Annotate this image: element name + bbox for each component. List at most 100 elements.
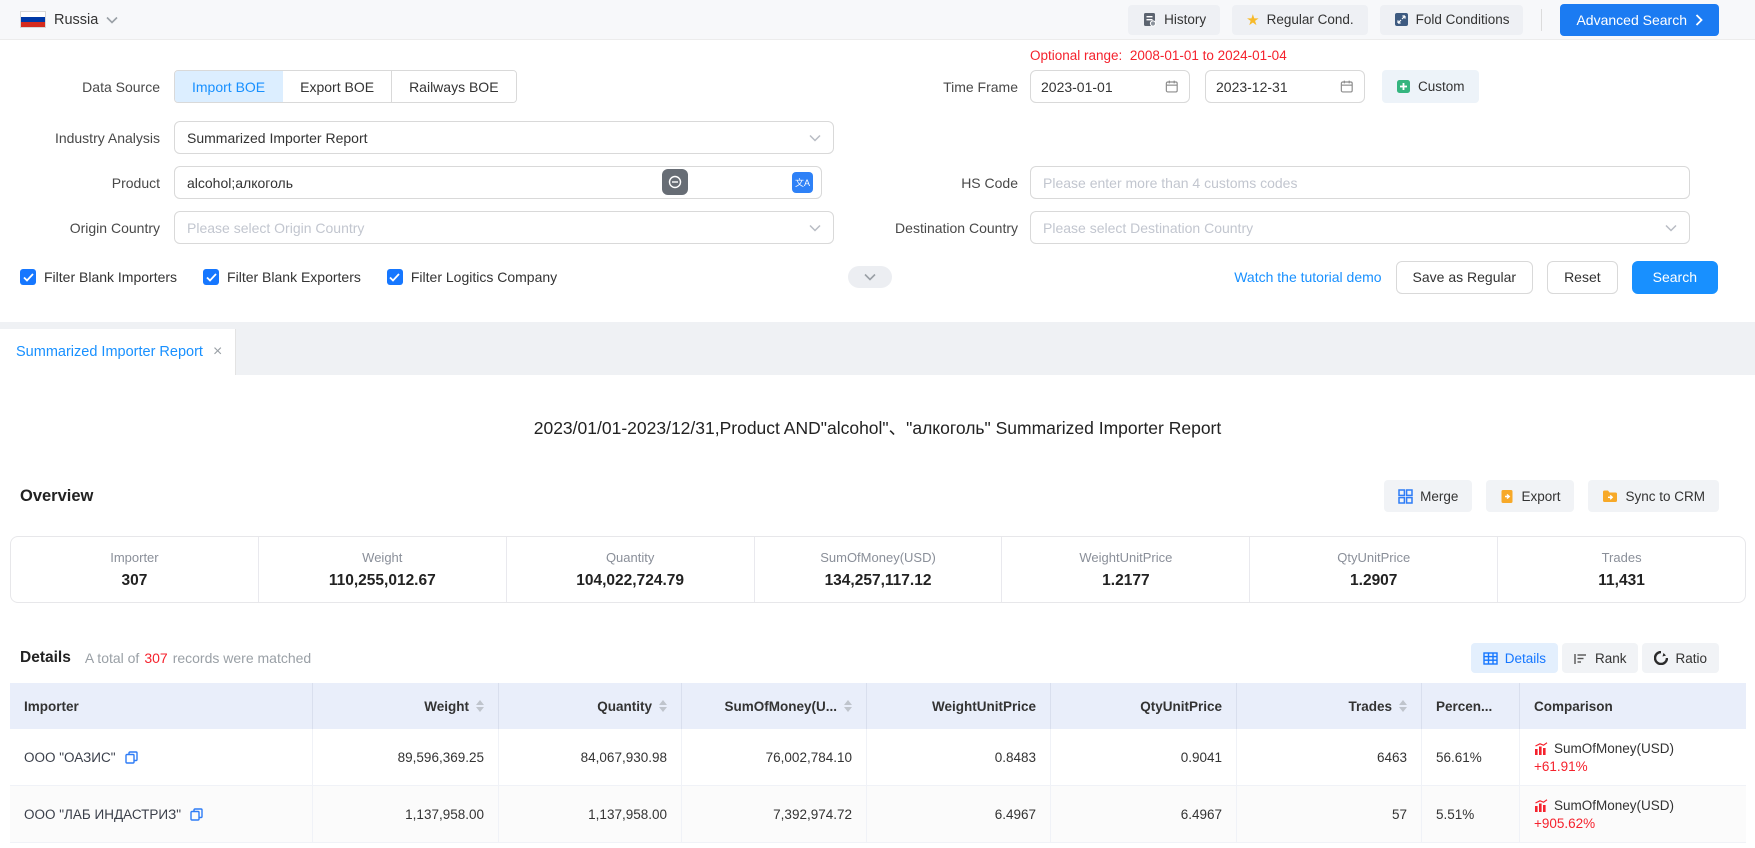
importer-name[interactable]: ООО "ЛАБ ИНДАСТРИЗ" [24,807,181,822]
col-trades[interactable]: Trades [1237,683,1422,729]
close-icon[interactable]: × [213,343,222,361]
reset-button[interactable]: Reset [1547,261,1618,294]
col-weight[interactable]: Weight [313,683,499,729]
origin-country-select[interactable]: Please select Origin Country [174,211,834,244]
time-frame-label: Time Frame [834,79,1018,95]
export-icon [1500,489,1514,504]
chart-up-icon [1534,799,1548,812]
view-rank-label: Rank [1595,651,1627,666]
sync-to-crm-label: Sync to CRM [1625,489,1705,504]
trades-cell: 57 [1237,786,1422,843]
sync-to-crm-button[interactable]: Sync to CRM [1588,480,1719,512]
details-table-icon [1483,652,1498,665]
date-from-input[interactable] [1041,79,1165,95]
sort-icon [1399,700,1407,712]
col-percentage[interactable]: Percen... [1422,683,1520,729]
stat-weight: Weight110,255,012.67 [258,537,506,602]
tab-export-boe[interactable]: Export BOE [283,71,392,102]
destination-country-placeholder: Please select Destination Country [1043,220,1665,236]
tab-railways-boe[interactable]: Railways BOE [392,71,515,102]
fold-icon [1394,12,1409,27]
view-details-label: Details [1505,651,1546,666]
export-button[interactable]: Export [1486,480,1574,512]
col-importer[interactable]: Importer [10,683,313,729]
checkbox-checked-icon [203,269,219,285]
date-from-field[interactable] [1030,70,1190,103]
destination-country-select[interactable]: Please select Destination Country [1030,211,1690,244]
percent-cell: 56.61% [1422,729,1520,786]
product-exclude-icon[interactable] [662,169,688,195]
date-to-input[interactable] [1216,79,1340,95]
col-qtyunitprice[interactable]: QtyUnitPrice [1051,683,1237,729]
view-ratio-button[interactable]: Ratio [1642,643,1719,673]
sort-icon [659,700,667,712]
sum-cell: 76,002,784.10 [682,729,867,786]
trades-cell: 6463 [1237,729,1422,786]
export-label: Export [1521,489,1560,504]
fold-conditions-label: Fold Conditions [1416,12,1510,27]
save-as-regular-button[interactable]: Save as Regular [1396,261,1534,294]
search-form: Optional range: 2008-01-01 to 2024-01-04… [0,40,1755,322]
country-selector[interactable]: Russia [20,11,118,28]
table-row: ООО "ЛАБ ИНДАСТРИЗ" 1,137,958.00 1,137,9… [10,786,1746,843]
stat-importer: Importer307 [11,537,258,602]
overview-actions: Merge Export Sync to CRM [1384,480,1719,512]
product-input[interactable] [174,166,822,199]
details-table: Importer Weight Quantity SumOfMoney(U...… [10,683,1746,843]
copy-icon[interactable] [190,808,203,821]
date-to-field[interactable] [1205,70,1365,103]
percent-cell: 5.51% [1422,786,1520,843]
sort-icon [844,700,852,712]
expand-conditions-button[interactable] [848,266,892,288]
checkbox-checked-icon [20,269,36,285]
advanced-search-button[interactable]: Advanced Search [1560,4,1719,36]
chevron-down-icon [1665,224,1677,232]
origin-country-placeholder: Please select Origin Country [187,220,809,236]
sync-crm-icon [1602,489,1618,503]
details-heading: Details [20,649,71,667]
industry-select[interactable]: Summarized Importer Report [174,121,834,154]
tab-import-boe[interactable]: Import BOE [175,71,283,102]
filter-blank-importers-checkbox[interactable]: Filter Blank Importers [20,269,177,285]
col-comparison: Comparison [1520,683,1746,729]
copy-icon[interactable] [125,751,138,764]
comparison-metric: SumOfMoney(USD) [1554,798,1674,813]
qup-cell: 0.9041 [1051,729,1237,786]
filter-logitics-company-checkbox[interactable]: Filter Logitics Company [387,269,557,285]
tab-summarized-importer-report[interactable]: Summarized Importer Report × [0,329,236,375]
ratio-icon [1654,651,1668,665]
stat-weightunitprice: WeightUnitPrice1.2177 [1001,537,1249,602]
view-rank-button[interactable]: Rank [1562,643,1639,673]
history-button[interactable]: History [1128,5,1220,35]
translate-icon[interactable]: 文A [792,172,813,193]
custom-range-button[interactable]: Custom [1382,70,1479,103]
calendar-icon [1165,79,1179,94]
view-details-button[interactable]: Details [1471,643,1558,673]
advanced-search-label: Advanced Search [1576,12,1687,28]
history-icon [1142,12,1157,27]
stat-qtyunitprice: QtyUnitPrice1.2907 [1249,537,1497,602]
filter-label: Filter Blank Exporters [227,269,361,285]
row-industry: Industry Analysis Summarized Importer Re… [0,121,1755,154]
sort-icon [476,700,484,712]
hs-code-input[interactable] [1030,166,1690,199]
product-label: Product [0,175,160,191]
row-filters: Filter Blank Importers Filter Blank Expo… [0,262,1755,292]
merge-button[interactable]: Merge [1384,480,1472,512]
search-button[interactable]: Search [1632,261,1718,294]
regular-cond-label: Regular Cond. [1267,12,1354,27]
tutorial-link[interactable]: Watch the tutorial demo [1234,269,1381,285]
comparison-cell: SumOfMoney(USD) +905.62% [1520,786,1746,843]
importer-name[interactable]: ООО "ОАЗИС" [24,750,116,765]
report-content: 2023/01/01-2023/12/31,Product AND"alcoho… [0,375,1755,843]
col-quantity[interactable]: Quantity [499,683,682,729]
col-sumofmoney[interactable]: SumOfMoney(U... [682,683,867,729]
details-row: Details A total of307records were matche… [0,643,1755,673]
regular-cond-button[interactable]: ★ Regular Cond. [1232,5,1368,35]
col-weightunitprice[interactable]: WeightUnitPrice [867,683,1051,729]
chevron-down-icon [106,16,118,24]
fold-conditions-button[interactable]: Fold Conditions [1380,5,1524,35]
filter-blank-exporters-checkbox[interactable]: Filter Blank Exporters [203,269,361,285]
overview-row: Overview Merge Export Sync to CRM [0,480,1755,512]
tab-title: Summarized Importer Report [16,344,203,360]
